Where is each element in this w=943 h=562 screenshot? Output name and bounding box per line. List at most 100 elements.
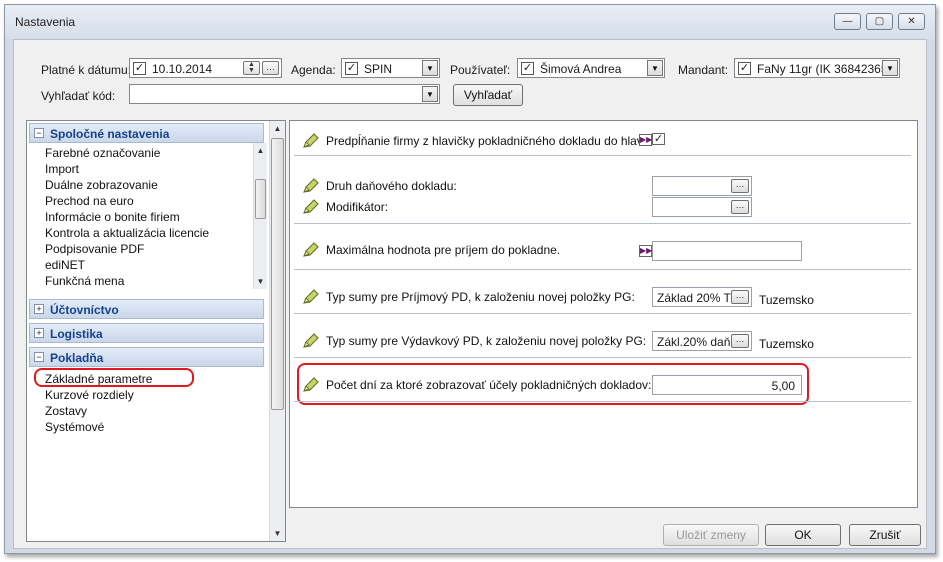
agenda-checkbox[interactable]: ✓ [345, 62, 358, 75]
collapse-icon[interactable]: − [34, 128, 44, 138]
cancel-button[interactable]: Zrušiť [849, 524, 921, 546]
ok-button[interactable]: OK [765, 524, 841, 546]
group-title: Pokladňa [50, 351, 104, 365]
scroll-down-icon[interactable]: ▼ [270, 526, 285, 541]
window-title: Nastavenia [15, 15, 76, 29]
mandant-label: Mandant: [678, 63, 729, 77]
setting-label: Typ sumy pre Výdavkový PD, k založeniu n… [326, 334, 647, 348]
income-sum-type-field[interactable]: Základ 20% Tuz … [652, 287, 752, 307]
search-label: Vyhľadať kód: [41, 89, 116, 103]
list-item[interactable]: Kontrola a aktualizácia licencie [45, 226, 209, 240]
lookup-button[interactable]: … [731, 200, 749, 214]
max-income-field[interactable] [652, 241, 802, 261]
separator [294, 269, 911, 270]
field-value: Zákl.20% daň p [657, 335, 733, 349]
user-select[interactable]: ✓ Šimová Andrea ▼ [517, 58, 665, 78]
field-value: Základ 20% Tuz [657, 291, 733, 305]
setting-note: Tuzemsko [759, 293, 814, 307]
setting-note: Tuzemsko [759, 337, 814, 351]
group-uctovnictvo[interactable]: + Účtovníctvo [29, 299, 264, 319]
date-picker-button[interactable]: … [262, 61, 279, 75]
chevron-down-icon[interactable]: ▼ [882, 60, 898, 76]
group-scrollbar[interactable]: ▲ ▼ [253, 143, 267, 289]
pencil-icon [303, 242, 319, 257]
list-item[interactable]: Zostavy [45, 404, 87, 418]
pencil-icon [303, 133, 319, 148]
separator [294, 155, 911, 156]
expand-icon[interactable]: + [34, 304, 44, 314]
expense-sum-type-field[interactable]: Zákl.20% daň p … [652, 331, 752, 351]
pencil-icon [303, 199, 319, 214]
close-button[interactable]: ✕ [898, 13, 925, 30]
list-item[interactable]: Kurzové rozdiely [45, 388, 134, 402]
setting-label: Typ sumy pre Príjmový PD, k založeniu no… [326, 290, 635, 304]
save-changes-button[interactable]: Uložiť zmeny [663, 524, 759, 546]
mandant-select[interactable]: ✓ FaNy 11gr (IK 36842365) ▼ [734, 58, 900, 78]
lookup-button[interactable]: … [731, 290, 749, 304]
settings-panel: Predpĺňanie firmy z hlavičky pokladničné… [289, 120, 918, 508]
fast-forward-icon[interactable]: ▶▶ [639, 134, 652, 146]
dialog-body: Platné k dátumu: ✓ 10.10.2014 ▲ ▼ … Agend… [13, 39, 927, 549]
list-item[interactable]: Duálne zobrazovanie [45, 178, 158, 192]
tree-scrollbar[interactable]: ▲ ▼ [269, 121, 285, 541]
setting-label: Maximálna hodnota pre príjem do pokladne… [326, 243, 561, 257]
date-checkbox[interactable]: ✓ [133, 62, 146, 75]
fast-forward-icon[interactable]: ▶▶ [639, 245, 652, 257]
separator [294, 223, 911, 224]
user-checkbox[interactable]: ✓ [521, 62, 534, 75]
date-label: Platné k dátumu: [41, 63, 132, 77]
separator [294, 401, 911, 402]
list-item[interactable]: Import [45, 162, 79, 176]
list-item[interactable]: Funkčná mena [45, 274, 124, 288]
maximize-button[interactable]: ▢ [866, 13, 893, 30]
settings-tree: − Spoločné nastavenia Farebné označovani… [26, 120, 286, 542]
list-item[interactable]: Systémové [45, 420, 104, 434]
scroll-thumb[interactable] [271, 138, 284, 410]
minimize-button[interactable]: — [834, 13, 861, 30]
search-button[interactable]: Vyhľadať [453, 84, 523, 106]
list-item[interactable]: Informácie o bonite firiem [45, 210, 180, 224]
modifier-field[interactable]: … [652, 197, 752, 217]
group-spolocne-nastavenia[interactable]: − Spoločné nastavenia [29, 123, 264, 143]
search-input[interactable]: ▼ [129, 84, 440, 104]
scroll-up-icon[interactable]: ▲ [254, 143, 267, 158]
pencil-icon [303, 333, 319, 348]
list-item[interactable]: ediNET [45, 258, 85, 272]
date-value: 10.10.2014 [152, 62, 213, 76]
list-item[interactable]: Prechod na euro [45, 194, 134, 208]
user-label: Používateľ: [450, 63, 511, 77]
expand-icon[interactable]: + [34, 328, 44, 338]
group-pokladna[interactable]: − Pokladňa [29, 347, 264, 367]
user-value: Šimová Andrea [540, 62, 622, 76]
chevron-down-icon[interactable]: ▼ [647, 60, 663, 76]
highlight-selected-item [34, 368, 194, 387]
pencil-icon [303, 289, 319, 304]
agenda-value: SPIN [364, 62, 393, 76]
title-bar: Nastavenia — ▢ ✕ [5, 5, 935, 39]
setting-label: Predpĺňanie firmy z hlavičky pokladničné… [326, 134, 652, 148]
group-title: Účtovníctvo [50, 303, 119, 317]
separator [294, 313, 911, 314]
group-title: Logistika [50, 327, 103, 341]
scroll-thumb[interactable] [255, 179, 266, 219]
collapse-icon[interactable]: − [34, 352, 44, 362]
mandant-checkbox[interactable]: ✓ [738, 62, 751, 75]
date-field[interactable]: ✓ 10.10.2014 ▲ ▼ … [129, 58, 282, 78]
lookup-button[interactable]: … [731, 334, 749, 348]
setting-label: Druh daňového dokladu: [326, 179, 457, 193]
chevron-down-icon[interactable]: ▼ [422, 60, 438, 76]
scroll-up-icon[interactable]: ▲ [270, 121, 285, 136]
tax-doc-type-field[interactable]: … [652, 176, 752, 196]
group-title: Spoločné nastavenia [50, 127, 170, 141]
scroll-down-icon[interactable]: ▼ [254, 274, 267, 289]
group-items-spolocne: Farebné označovanie Import Duálne zobraz… [27, 145, 253, 291]
list-item[interactable]: Podpisovanie PDF [45, 242, 144, 256]
agenda-select[interactable]: ✓ SPIN ▼ [341, 58, 440, 78]
setting-label: Modifikátor: [326, 200, 389, 214]
date-spinner[interactable]: ▲ ▼ [243, 61, 260, 75]
lookup-button[interactable]: … [731, 179, 749, 193]
setting-checkbox[interactable]: ✓ [652, 133, 665, 145]
list-item[interactable]: Farebné označovanie [45, 146, 160, 160]
group-logistika[interactable]: + Logistika [29, 323, 264, 343]
chevron-down-icon[interactable]: ▼ [422, 86, 438, 102]
